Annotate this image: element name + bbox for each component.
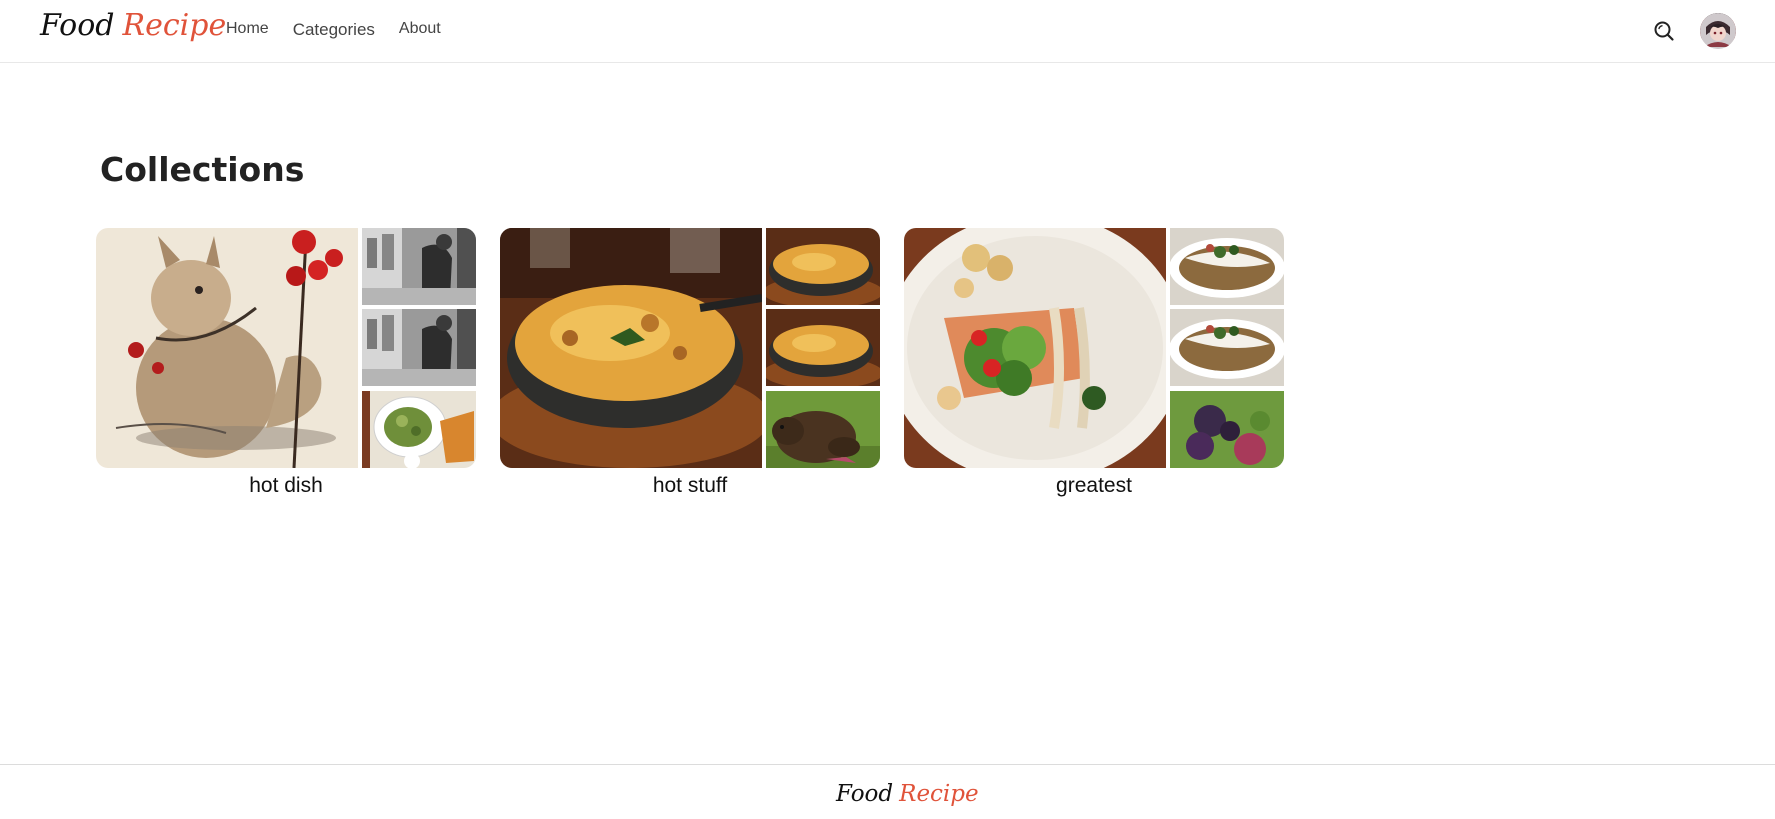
- salmon-plate-image: [904, 228, 1166, 468]
- street-bw-image: [362, 228, 476, 305]
- logo-word-food: Food: [836, 781, 894, 807]
- collection-mosaic: [904, 228, 1284, 468]
- collection-card-greatest[interactable]: greatest: [904, 228, 1284, 498]
- logo-word-recipe: Recipe: [122, 8, 227, 43]
- logo-word-food: Food: [40, 8, 115, 43]
- nav-categories[interactable]: Categories: [293, 20, 375, 40]
- baked-skillet-image: [766, 309, 880, 386]
- squirrel-painting-image: [96, 228, 358, 468]
- main-nav: Home Categories About: [226, 20, 465, 40]
- logo-word-recipe: Recipe: [899, 781, 979, 807]
- collection-card-hot-stuff[interactable]: hot stuff: [500, 228, 880, 498]
- nav-home[interactable]: Home: [226, 20, 269, 40]
- baked-skillet-image: [500, 228, 762, 468]
- baked-skillet-image: [766, 228, 880, 305]
- user-avatar[interactable]: [1700, 13, 1736, 49]
- brand-logo[interactable]: Food Recipe: [40, 8, 226, 43]
- fish-dish-image: [1170, 309, 1284, 386]
- footer: Food Recipe: [0, 764, 1775, 819]
- top-navbar: Food Recipe Home Categories About: [0, 0, 1775, 63]
- collection-name: hot stuff: [652, 474, 728, 497]
- berries-image: [1170, 391, 1284, 468]
- collection-name: greatest: [1056, 474, 1132, 497]
- collection-mosaic: [96, 228, 476, 468]
- street-bw-image: [362, 309, 476, 386]
- nav-about[interactable]: About: [399, 20, 441, 40]
- collection-name: hot dish: [249, 474, 323, 497]
- beaver-image: [766, 391, 880, 468]
- page-title: Collections: [100, 150, 305, 189]
- salad-plate-image: [362, 391, 476, 468]
- collection-card-hot-dish[interactable]: hot dish: [96, 228, 476, 498]
- fish-dish-image: [1170, 228, 1284, 305]
- collection-mosaic: [500, 228, 880, 468]
- footer-logo[interactable]: Food Recipe: [836, 781, 979, 807]
- search-icon[interactable]: [1652, 19, 1676, 43]
